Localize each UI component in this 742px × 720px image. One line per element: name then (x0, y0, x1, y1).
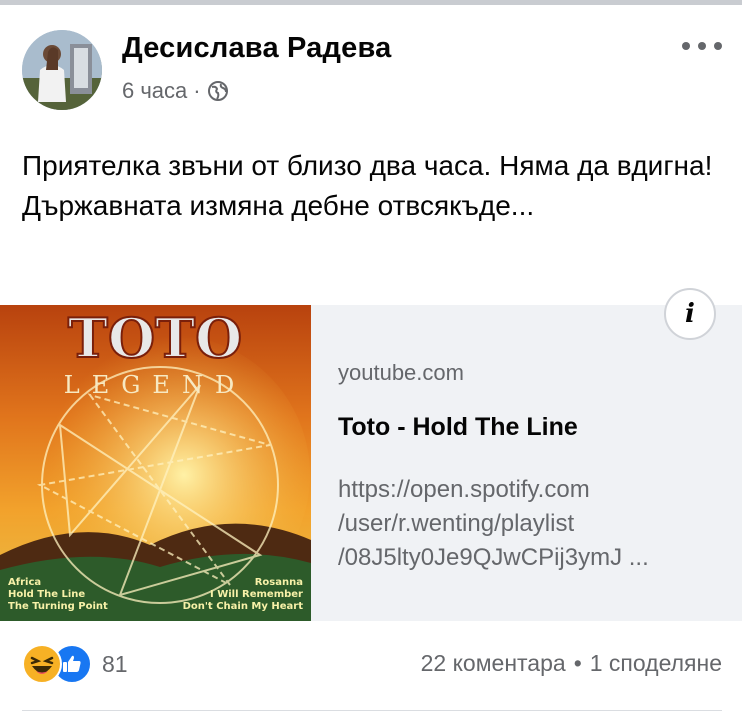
avatar-photo (22, 30, 102, 110)
globe-icon[interactable] (207, 80, 229, 102)
engagement-counts: 22 коментара • 1 споделяне (421, 650, 722, 677)
thumbnail-track: Don't Chain My Heart (183, 601, 304, 612)
reactions-summary[interactable]: 81 (22, 644, 128, 684)
avatar[interactable] (22, 30, 102, 110)
post-header: Десислава Радева 6 часа · (22, 30, 722, 112)
post-meta: 6 часа · (122, 78, 229, 104)
reactions-count: 81 (102, 650, 128, 677)
thumbnail-track: Hold The Line (8, 589, 85, 600)
link-domain: youtube.com (338, 360, 464, 385)
thumbnail-track: The Turning Point (8, 601, 108, 612)
thumbnail-track: Rosanna (255, 577, 303, 588)
post-footer: 81 22 коментара • 1 споделяне (22, 644, 722, 688)
comments-count[interactable]: 22 коментара (421, 650, 566, 677)
thumbnail-band-name: TOTO (68, 306, 242, 370)
author-name[interactable]: Десислава Радева (122, 32, 391, 65)
thumbnail-album-name: LEGEND (64, 371, 246, 399)
meta-separator: · (193, 78, 201, 103)
link-title[interactable]: Toto - Hold The Line (338, 413, 578, 442)
thumbnail-track: I Will Remember (210, 589, 303, 600)
top-divider (0, 0, 742, 5)
album-thumbnail[interactable]: TOTO LEGEND Africa Hold The Line The Tur… (0, 305, 311, 621)
more-options-icon[interactable] (682, 34, 722, 58)
post-text: Приятелка звъни от близо два часа. Няма … (22, 150, 713, 221)
link-description-line: /08J5lty0Je9QJwCPij3ymJ ... (338, 544, 649, 571)
thumbnail-title: TOTO LEGEND (64, 305, 246, 399)
counts-separator: • (573, 650, 582, 676)
link-info[interactable]: youtube.com Toto - Hold The Line https:/… (338, 305, 728, 621)
info-icon[interactable]: i (664, 288, 716, 340)
more-dot (714, 42, 722, 50)
link-description: https://open.spotify.com /user/r.wenting… (338, 473, 718, 575)
link-description-line: /user/r.wenting/playlist (338, 510, 575, 537)
post-time[interactable]: 6 часа (122, 78, 187, 104)
more-dot (682, 42, 690, 50)
haha-reaction-icon (22, 644, 62, 684)
link-description-line: https://open.spotify.com (338, 476, 590, 503)
thumbnail-track: Africa (8, 577, 41, 588)
shares-count[interactable]: 1 споделяне (590, 650, 722, 677)
link-preview-card[interactable]: TOTO LEGEND Africa Hold The Line The Tur… (0, 305, 742, 621)
more-dot (698, 42, 706, 50)
footer-divider (22, 710, 722, 711)
